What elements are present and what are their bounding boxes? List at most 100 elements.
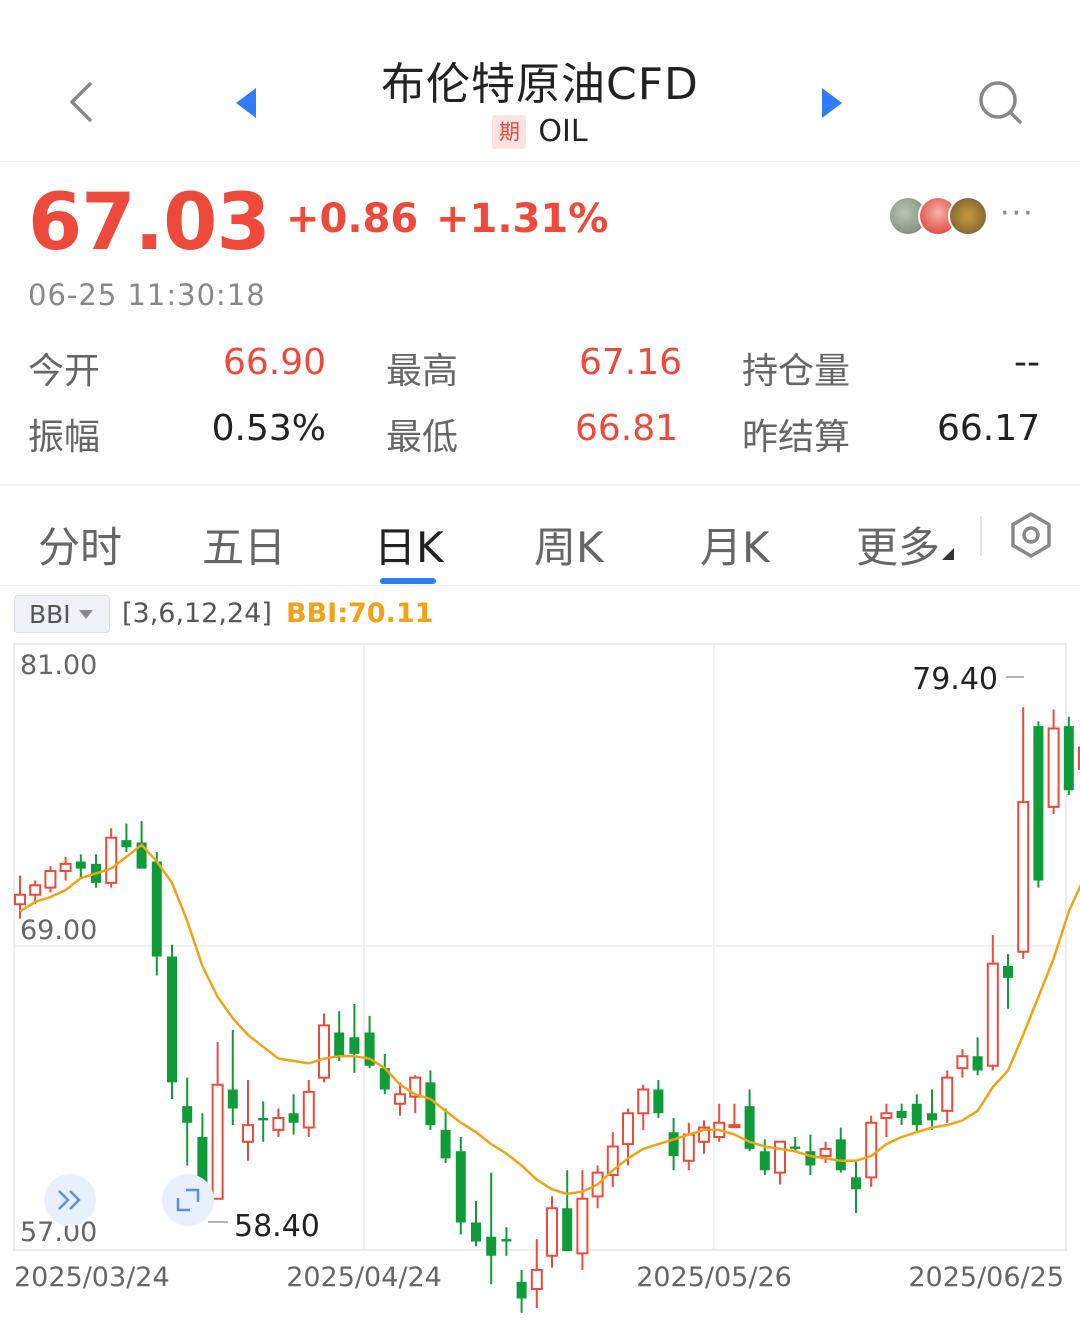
candle-body: [668, 1132, 679, 1156]
stat-label-prev-settlement: 昨结算: [742, 417, 851, 458]
watcher-avatars[interactable]: [888, 196, 998, 238]
candle-body: [941, 1076, 954, 1112]
chevron-left-icon: [70, 82, 92, 122]
candle-body: [182, 1106, 193, 1123]
candle-body: [637, 1088, 650, 1115]
candle-body: [471, 1222, 481, 1242]
candle-body: [972, 1056, 983, 1071]
x-axis-label: 2025/04/24: [286, 1262, 442, 1293]
indicator-name: BBI: [29, 599, 71, 629]
more-options-icon[interactable]: ···: [1000, 196, 1035, 231]
scroll-latest-button[interactable]: [44, 1174, 96, 1226]
candle-body: [151, 861, 162, 957]
candle-body: [835, 1139, 846, 1171]
stat-label-amplitude: 振幅: [28, 417, 101, 458]
candle-body: [167, 956, 177, 1083]
candle-body: [1017, 801, 1030, 953]
stat-label-high: 最高: [386, 351, 459, 392]
candle-body: [486, 1236, 497, 1256]
y-axis-label: 81.00: [20, 650, 97, 681]
candle-body: [927, 1113, 937, 1121]
candle-body: [1063, 726, 1074, 791]
tab-weekly-k[interactable]: 周K: [534, 514, 604, 575]
candle-body: [121, 840, 132, 848]
min-price-label: 58.40: [234, 1209, 320, 1244]
candle-body: [1003, 966, 1013, 978]
candle-body: [986, 962, 999, 1067]
candle-body: [501, 1239, 512, 1242]
candle-body: [653, 1089, 664, 1114]
candle-body: [805, 1151, 816, 1166]
x-axis-label: 2025/05/26: [636, 1262, 792, 1293]
candle-body: [622, 1112, 634, 1146]
candle-body: [334, 1032, 345, 1057]
triangle-right-icon: [822, 88, 842, 118]
candle-body: [258, 1118, 269, 1121]
prev-instrument-button[interactable]: [222, 78, 272, 128]
triangle-left-icon: [236, 88, 256, 118]
max-price-label: 79.40: [912, 662, 998, 697]
instrument-code: OIL: [538, 114, 588, 149]
candle-body: [14, 893, 26, 906]
candle-body: [302, 1090, 315, 1129]
stat-value-open: 66.90: [222, 342, 326, 383]
candle-body: [318, 1024, 330, 1079]
quote-page: 布伦特原油CFD 期 OIL 67.03 +0.86 +1.31% ··· 06…: [0, 0, 1080, 1327]
tab-intraday[interactable]: 分时: [38, 514, 122, 575]
candle-body: [1033, 726, 1044, 881]
candle-body: [1047, 727, 1060, 808]
chart-settings-button[interactable]: [1006, 510, 1056, 560]
candle-body: [455, 1151, 466, 1223]
price-change: +0.86: [286, 196, 419, 242]
stat-value-high: 67.16: [578, 342, 682, 383]
double-chevron-right-icon: [58, 1190, 81, 1210]
candle-body: [272, 1117, 285, 1131]
next-instrument-button[interactable]: [806, 78, 856, 128]
futures-tag: 期: [492, 114, 527, 149]
dropdown-caret-icon: [78, 609, 93, 619]
x-axis-label: 2025/06/25: [908, 1262, 1064, 1293]
settings-hexagon-icon: [1011, 512, 1051, 558]
y-axis-label: 69.00: [20, 915, 97, 946]
tab-daily-k[interactable]: 日K: [374, 514, 444, 575]
search-button[interactable]: [968, 70, 1032, 134]
candle-body: [790, 1146, 801, 1149]
candle-body: [516, 1281, 527, 1299]
candle-body: [682, 1133, 695, 1162]
candle-body: [774, 1140, 786, 1174]
more-caret-icon: [942, 548, 954, 560]
candle-body: [75, 861, 86, 869]
candle-body: [227, 1089, 238, 1109]
candle-body: [394, 1093, 406, 1105]
indicator-select[interactable]: BBI: [14, 595, 110, 633]
bbi-line: [19, 843, 1080, 1196]
tab-more[interactable]: 更多: [856, 514, 940, 575]
stat-label-open: 今开: [28, 351, 101, 392]
avatar: [948, 196, 988, 236]
candle-body: [242, 1124, 254, 1143]
candle-body: [211, 1083, 224, 1200]
indicator-params: [3,6,12,24]: [122, 598, 272, 629]
candle-body: [530, 1269, 543, 1290]
candlestick-chart[interactable]: 81.00 69.00 57.00 79.40 58.40 2025/03/24…: [0, 640, 1080, 1327]
candle-body: [728, 1124, 741, 1129]
stat-value-prev-settlement: 66.17: [936, 408, 1040, 449]
candle-body: [288, 1113, 299, 1123]
candle-body: [851, 1177, 861, 1190]
stat-label-open-interest: 持仓量: [742, 351, 851, 392]
candle-body: [425, 1082, 436, 1126]
stat-value-low: 66.81: [574, 408, 678, 449]
chart-svg: 81.00 69.00 57.00 79.40 58.40 2025/03/24…: [13, 643, 1080, 1313]
candle-body: [865, 1121, 878, 1179]
quote-timestamp: 06-25 11:30:18: [28, 278, 266, 312]
candle-body: [880, 1112, 893, 1119]
tab-five-day[interactable]: 五日: [202, 514, 286, 575]
back-button[interactable]: [50, 72, 110, 132]
stat-label-low: 最低: [386, 417, 459, 458]
tab-monthly-k[interactable]: 月K: [700, 514, 770, 575]
fullscreen-button[interactable]: [162, 1174, 214, 1226]
divider: [980, 516, 982, 556]
candle-body: [911, 1103, 922, 1126]
candle-body: [819, 1147, 832, 1157]
expand-icon: [176, 1188, 200, 1212]
